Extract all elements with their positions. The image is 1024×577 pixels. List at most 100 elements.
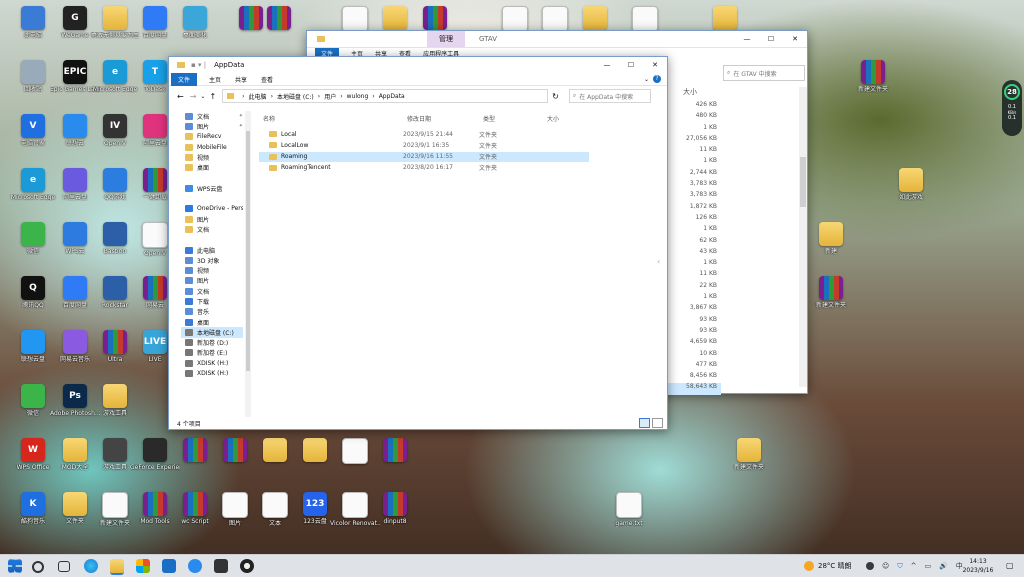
nav-item[interactable]: 新加卷 (D:) [181, 338, 243, 348]
maximize-button[interactable]: ☐ [619, 61, 643, 69]
quick-access-toolbar[interactable]: ▪ ▾ | [191, 61, 206, 69]
store-taskbar-icon[interactable] [136, 559, 150, 573]
forward-arrow-icon[interactable]: → [190, 92, 197, 101]
explorer-taskbar-icon[interactable] [110, 559, 124, 575]
nav-item[interactable]: 文档 [181, 224, 243, 234]
clock[interactable]: 14:13 2023/9/16 [958, 557, 998, 575]
desktop-icon[interactable] [570, 6, 620, 32]
breadcrumb[interactable]: › 此电脑 › 本地磁盘 (C:) › 用户 › wulong › AppData [222, 89, 549, 103]
obs-taskbar-icon[interactable] [240, 559, 254, 573]
notification-icon[interactable]: ▢ [1006, 561, 1014, 570]
nav-item[interactable]: 桌面 [181, 162, 243, 172]
edge-taskbar-icon[interactable] [84, 559, 98, 573]
desktop-icon[interactable]: game.txt [604, 492, 654, 527]
breadcrumb-separator-icon[interactable]: › [271, 93, 273, 100]
column-type[interactable]: 类型 [483, 114, 547, 123]
nav-item[interactable]: 视频 [181, 265, 243, 275]
scrollbar-thumb[interactable] [800, 157, 806, 207]
pin-icon[interactable]: ✦ [239, 123, 243, 129]
scrollbar[interactable] [799, 87, 807, 387]
column-date[interactable]: 修改日期 [407, 114, 483, 123]
volume-icon[interactable]: 🔊 [939, 562, 948, 570]
file-row[interactable]: RoamingTencent 2023/8/20 16:17 文件夹 [259, 163, 589, 173]
ribbon-file[interactable]: 文件 [171, 72, 198, 86]
nav-item[interactable]: 3D 对象 [181, 255, 243, 265]
start-icon[interactable] [8, 559, 22, 573]
breadcrumb-separator-icon[interactable]: › [318, 93, 320, 100]
breadcrumb-item[interactable]: 本地磁盘 (C:) [277, 92, 314, 101]
nav-item[interactable]: MobileFile [181, 142, 243, 152]
minimize-button[interactable]: — [595, 61, 619, 69]
maximize-button[interactable]: ☐ [759, 35, 783, 43]
breadcrumb-separator-icon[interactable]: › [372, 93, 374, 100]
ribbon-home[interactable]: 主页 [209, 75, 221, 84]
ribbon-view[interactable]: 查看 [261, 75, 273, 84]
tray-chevron-icon[interactable]: ^ [911, 562, 917, 570]
up-arrow-icon[interactable]: ↑ [209, 92, 216, 101]
nav-item[interactable]: 下载 [181, 296, 243, 306]
back-arrow-icon[interactable]: ← [177, 92, 184, 101]
tray-people-icon[interactable]: ☺ [882, 562, 889, 570]
details-view-icon[interactable] [639, 418, 650, 428]
nav-item[interactable]: 视频 [181, 152, 243, 162]
task-view-icon[interactable] [58, 561, 70, 572]
nav-item[interactable]: 文档 ✦ [181, 111, 243, 121]
network-speed-widget[interactable]: 28 0.1 KB/s 0.1 [1002, 80, 1022, 136]
nav-item[interactable] [181, 235, 243, 245]
search-icon[interactable] [32, 561, 44, 573]
nav-item[interactable]: 此电脑 [181, 245, 243, 255]
desktop-icon[interactable]: 游戏工具 [90, 384, 140, 417]
weather[interactable]: 28°C 晴朗 [804, 559, 852, 573]
nav-item[interactable]: 图片 ✦ [181, 121, 243, 131]
column-size[interactable]: 大小 [547, 114, 587, 123]
breadcrumb-separator-icon[interactable]: › [340, 93, 342, 100]
help-icon[interactable]: ? [653, 75, 661, 83]
pin-icon[interactable]: ✦ [239, 113, 243, 119]
breadcrumb-item[interactable]: AppData [379, 93, 405, 100]
nav-item[interactable]: 音乐 [181, 307, 243, 317]
close-button[interactable]: ✕ [783, 35, 807, 43]
large-icons-view-icon[interactable] [652, 418, 663, 428]
desktop-icon[interactable]: 新建文件夹 [848, 60, 898, 93]
minimize-button[interactable]: — [735, 35, 759, 43]
breadcrumb-item[interactable]: wulong [347, 93, 369, 100]
nav-item[interactable]: 本地磁盘 (C:) [181, 327, 243, 338]
desktop-icon[interactable] [700, 6, 750, 32]
desktop-icon[interactable]: 新建 [806, 222, 856, 255]
kugou-taskbar-icon[interactable] [188, 559, 202, 573]
nav-item[interactable]: 桌面 [181, 317, 243, 327]
desktop-icon[interactable]: 新建文件夹 [806, 276, 856, 309]
breadcrumb-item[interactable]: 用户 [324, 92, 336, 101]
file-list[interactable]: 名称 修改日期 类型 大小 Local 2023/9/15 21:44 文件夹 Loc… [259, 113, 659, 413]
breadcrumb-item[interactable]: 此电脑 [249, 92, 267, 101]
explorer-window-appdata[interactable]: ▪ ▾ | AppData — ☐ ✕ 文件 主页 共享 查看 ⌄ ? ← → … [168, 56, 668, 430]
file-row[interactable]: Roaming 2023/9/16 11:55 文件夹 [259, 151, 589, 162]
expand-ribbon-icon[interactable]: ⌄ [644, 76, 649, 83]
desktop-icon[interactable]: 桌面美化 [170, 6, 220, 39]
breadcrumb-separator-icon[interactable]: › [242, 93, 244, 100]
tab-manage[interactable]: 管理 [427, 31, 465, 47]
column-name[interactable]: 名称 [259, 114, 407, 123]
nav-scrollbar-thumb[interactable] [246, 131, 250, 371]
nav-item[interactable]: XDISK (H:) [181, 368, 243, 378]
desktop-icon[interactable] [410, 6, 460, 32]
refresh-icon[interactable]: ↻ [552, 92, 559, 101]
navigation-pane[interactable]: 文档 ✦ 图片 ✦ FileRecv MobileFile 视频 桌面 WPS云盘 OneDriv… [181, 111, 243, 417]
nav-item[interactable]: WPS云盘 [181, 183, 243, 193]
desktop-icon[interactable] [370, 438, 420, 464]
nav-item[interactable]: FileRecv [181, 132, 243, 142]
column-size[interactable]: 大小 [683, 87, 697, 97]
recent-chevron-icon[interactable]: ⌄ [200, 93, 205, 100]
desktop-icon[interactable]: 如此游戏 [886, 168, 936, 201]
nav-item[interactable]: XDISK (H:) [181, 358, 243, 368]
nav-scrollbar[interactable] [245, 111, 251, 417]
desktop-icon[interactable]: dinput8 [370, 492, 420, 525]
mail-taskbar-icon[interactable] [162, 559, 176, 573]
desktop-icon[interactable]: 新建文件夹 [724, 438, 774, 471]
search-box[interactable]: ⌕ 在 GTAV 中搜索 [723, 65, 805, 81]
desktop-icon[interactable] [254, 6, 304, 32]
nav-item[interactable] [181, 173, 243, 183]
app-taskbar-icon[interactable] [214, 559, 228, 573]
nav-item[interactable] [181, 193, 243, 203]
close-button[interactable]: ✕ [643, 61, 667, 69]
